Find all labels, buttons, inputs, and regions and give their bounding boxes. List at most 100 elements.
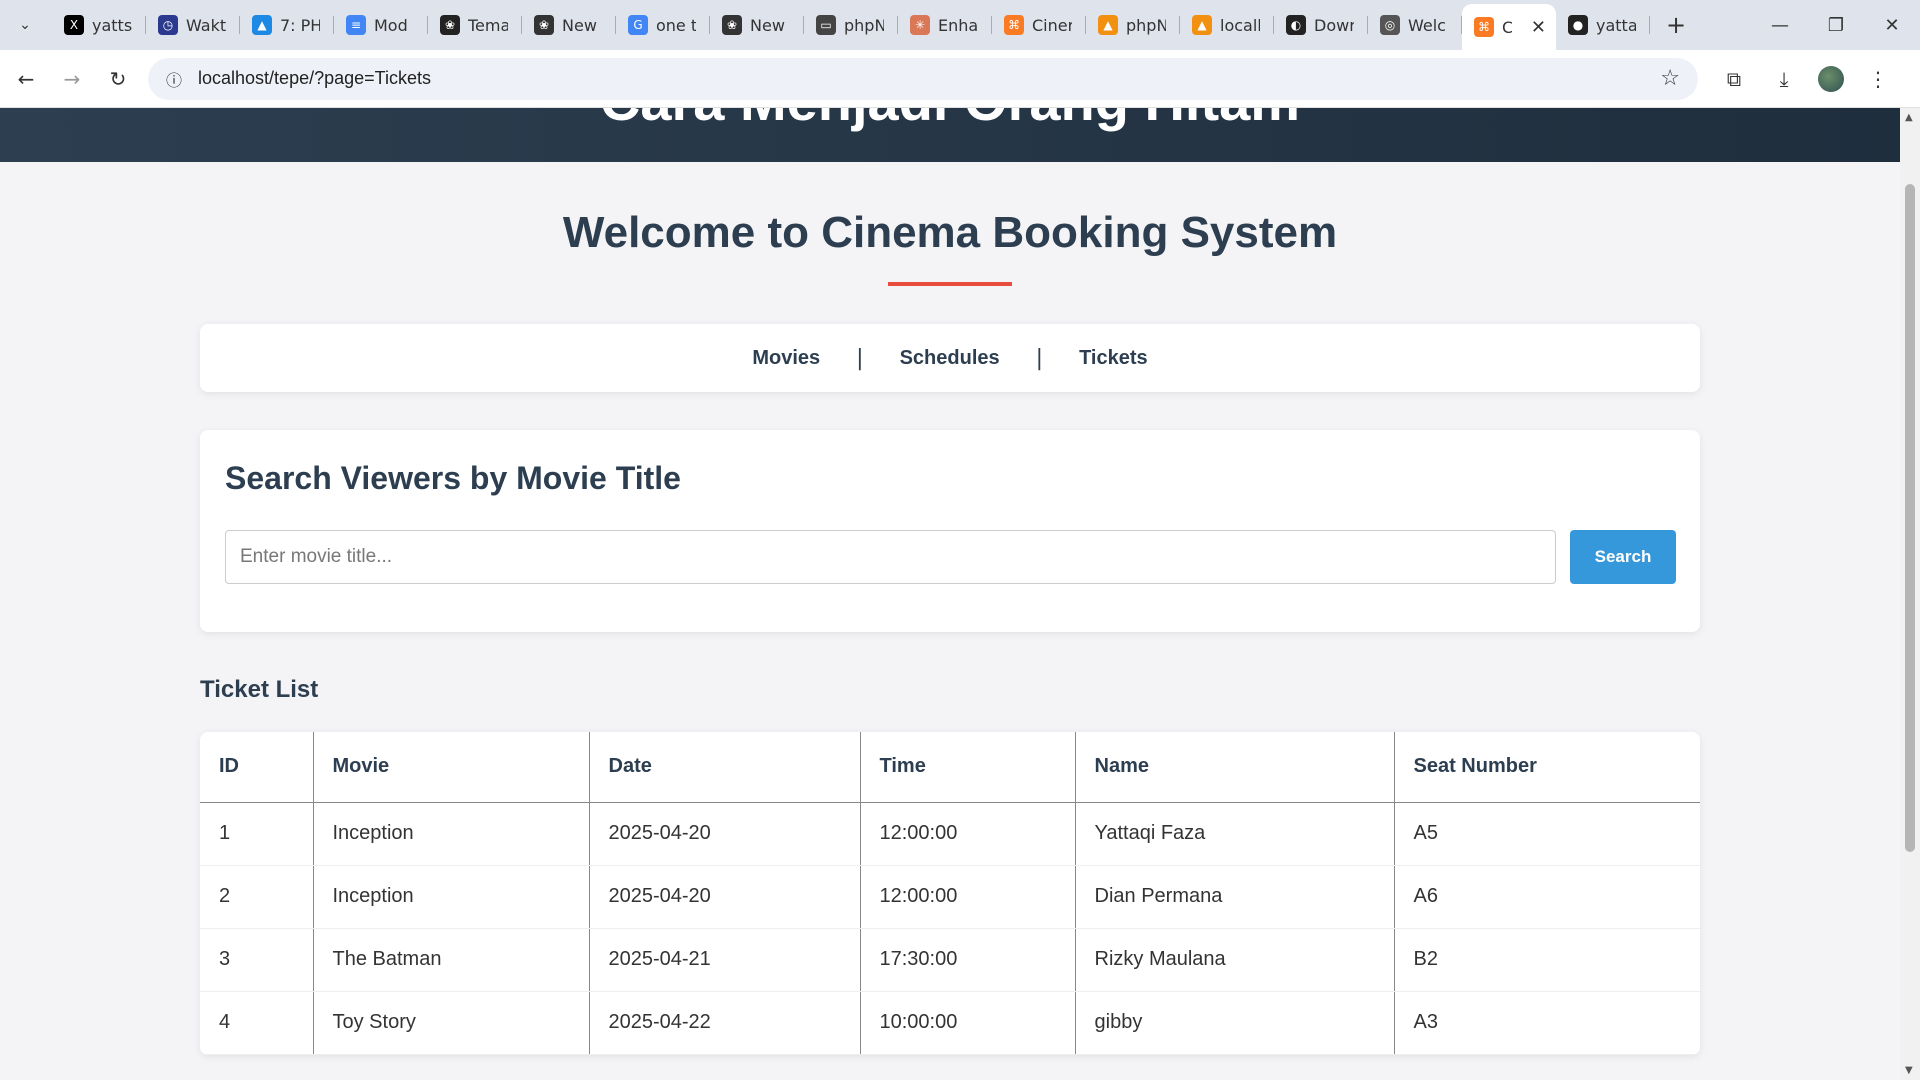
minimize-icon[interactable]: — — [1752, 0, 1808, 50]
tab-title: Dowr — [1314, 15, 1354, 35]
page-viewport: Cara Menjadi Orang Hitam Welcome to Cine… — [0, 108, 1900, 1080]
chatgpt-icon: ❀ — [534, 15, 554, 35]
close-tab-icon[interactable]: ✕ — [1531, 17, 1546, 38]
tab-title: Tema — [468, 15, 508, 35]
nav-link-schedules[interactable]: Schedules — [900, 347, 1000, 370]
table-row: 4 Toy Story 2025-04-22 10:00:00 gibby A3 — [200, 991, 1700, 1055]
movie-title-search-input[interactable] — [225, 530, 1556, 584]
table-row: 1 Inception 2025-04-20 12:00:00 Yattaqi … — [200, 802, 1700, 866]
tab-title: Welc — [1408, 15, 1446, 35]
site-info-icon[interactable]: ⓘ — [166, 67, 182, 91]
column-header-id: ID — [200, 732, 313, 803]
browser-tab[interactable]: Gone t — [616, 0, 710, 50]
tab-title: yatts — [92, 15, 132, 35]
cell-name: Rizky Maulana — [1074, 928, 1394, 992]
search-heading: Search Viewers by Movie Title — [225, 460, 681, 496]
bookmark-star-icon[interactable]: ☆ — [1660, 66, 1680, 91]
extensions-puzzle-icon[interactable]: ⧉ — [1718, 67, 1750, 91]
cell-time: 12:00:00 — [859, 802, 1075, 866]
downloads-icon[interactable]: ⤓ — [1768, 67, 1800, 91]
cell-time: 12:00:00 — [859, 865, 1075, 929]
browser-tab[interactable]: ▲ 7: PH — [240, 0, 334, 50]
browser-tab[interactable]: ▲ phpN — [1086, 0, 1180, 50]
back-arrow-icon[interactable]: ← — [6, 59, 46, 99]
hero-title: Cara Menjadi Orang Hitam — [0, 108, 1900, 133]
tab-title: phpN — [1126, 15, 1166, 35]
browser-tab[interactable]: ❀ Tema — [428, 0, 522, 50]
page-title: Welcome to Cinema Booking System — [562, 208, 1338, 257]
ticket-list-heading: Ticket List — [200, 676, 319, 703]
phpmyadmin-icon: ▲ — [1098, 15, 1118, 35]
docs-icon: ≡ — [346, 15, 366, 35]
browser-tab[interactable]: ⌘ C ✕ — [1462, 4, 1556, 50]
tab-search-chevron-icon[interactable]: ⌄ — [6, 6, 44, 44]
browser-tab[interactable]: ◎ Welc — [1368, 0, 1462, 50]
nav-link-tickets[interactable]: Tickets — [1079, 347, 1148, 370]
browser-toolbar: ← → ↻ ⓘ localhost/tepe/?page=Tickets ☆ ⧉… — [0, 50, 1920, 108]
column-header-name: Name — [1074, 732, 1394, 803]
new-tab-plus-icon[interactable]: + — [1658, 7, 1694, 43]
browser-tab[interactable]: ● yatta — [1556, 0, 1650, 50]
cell-id: 3 — [200, 928, 313, 992]
scroll-down-arrow-icon[interactable]: ▼ — [1905, 1065, 1913, 1076]
cell-movie: Inception — [312, 802, 589, 866]
browser-tab[interactable]: ◷ Wakt — [146, 0, 240, 50]
search-card: Search Viewers by Movie Title Search — [200, 430, 1700, 632]
browser-tab[interactable]: ≡ Mod — [334, 0, 428, 50]
window-controls: — ❐ ✕ — [1752, 0, 1920, 50]
cell-seat: A5 — [1393, 802, 1700, 866]
title-underline — [888, 282, 1012, 286]
column-header-seat-number: Seat Number — [1393, 732, 1700, 803]
cell-id: 4 — [200, 991, 313, 1055]
laptop-icon: ▭ — [816, 15, 836, 35]
browser-tab[interactable]: ❀ New — [710, 0, 804, 50]
browser-tab[interactable]: ▲ locall — [1180, 0, 1274, 50]
hero-banner: Cara Menjadi Orang Hitam — [0, 108, 1900, 162]
reload-icon[interactable]: ↻ — [98, 59, 138, 99]
tab-list: Xyatts ◷ Wakt ▲ 7: PH ≡ Mod ❀ Tema ❀ New Gone t ❀ New… — [52, 0, 1650, 50]
url-text[interactable]: localhost/tepe/?page=Tickets — [198, 68, 431, 89]
page-scrollbar[interactable]: ▲ ▼ — [1900, 108, 1920, 1080]
browser-tab[interactable]: ❀ New — [522, 0, 616, 50]
browser-tab[interactable]: ⌘ Ciner — [992, 0, 1086, 50]
tab-title: C — [1502, 17, 1512, 37]
address-bar[interactable]: ⓘ localhost/tepe/?page=Tickets ☆ — [148, 57, 1698, 100]
cell-movie: Toy Story — [312, 991, 589, 1055]
table-header-row: ID Movie Date Time Name Seat Number — [200, 732, 1700, 803]
tab-title: locall — [1220, 15, 1260, 35]
close-window-icon[interactable]: ✕ — [1864, 0, 1920, 50]
x-logo-icon: X — [64, 15, 84, 35]
forward-arrow-icon[interactable]: → — [52, 59, 92, 99]
browser-tab[interactable]: Xyatts — [52, 0, 146, 50]
restore-icon[interactable]: ❐ — [1808, 0, 1864, 50]
search-button[interactable]: Search — [1570, 530, 1676, 584]
cell-date: 2025-04-20 — [588, 802, 860, 866]
browser-tab[interactable]: ◐ Dowr — [1274, 0, 1368, 50]
cell-name: gibby — [1074, 991, 1394, 1055]
table-row: 2 Inception 2025-04-20 12:00:00 Dian Per… — [200, 865, 1700, 929]
profile-avatar[interactable] — [1818, 65, 1844, 92]
phpmyadmin-icon: ▲ — [1192, 15, 1212, 35]
browser-tab[interactable]: ▭ phpN — [804, 0, 898, 50]
tab-title: yatta — [1596, 15, 1636, 35]
column-header-date: Date — [588, 732, 860, 803]
tab-title: Ciner — [1032, 15, 1072, 35]
nav-link-movies[interactable]: Movies — [752, 347, 820, 370]
column-header-movie: Movie — [312, 732, 589, 803]
google-icon: G — [628, 15, 648, 35]
cell-name: Yattaqi Faza — [1074, 802, 1394, 866]
browser-tab[interactable]: ✳ Enha — [898, 0, 992, 50]
nav-separator: | — [856, 345, 864, 371]
column-header-time: Time — [859, 732, 1075, 803]
scroll-up-arrow-icon[interactable]: ▲ — [1905, 112, 1913, 123]
tab-title: New — [562, 15, 597, 35]
scrollbar-thumb[interactable] — [1905, 184, 1915, 852]
openai-icon: ❀ — [440, 15, 460, 35]
cell-name: Dian Permana — [1074, 865, 1394, 929]
clock-icon: ◷ — [158, 15, 178, 35]
chatgpt-icon: ❀ — [722, 15, 742, 35]
cell-id: 2 — [200, 865, 313, 929]
menu-kebab-icon[interactable]: ⋮ — [1862, 67, 1894, 91]
nav-separator: | — [1035, 345, 1044, 371]
tab-title: Wakt — [186, 15, 226, 35]
